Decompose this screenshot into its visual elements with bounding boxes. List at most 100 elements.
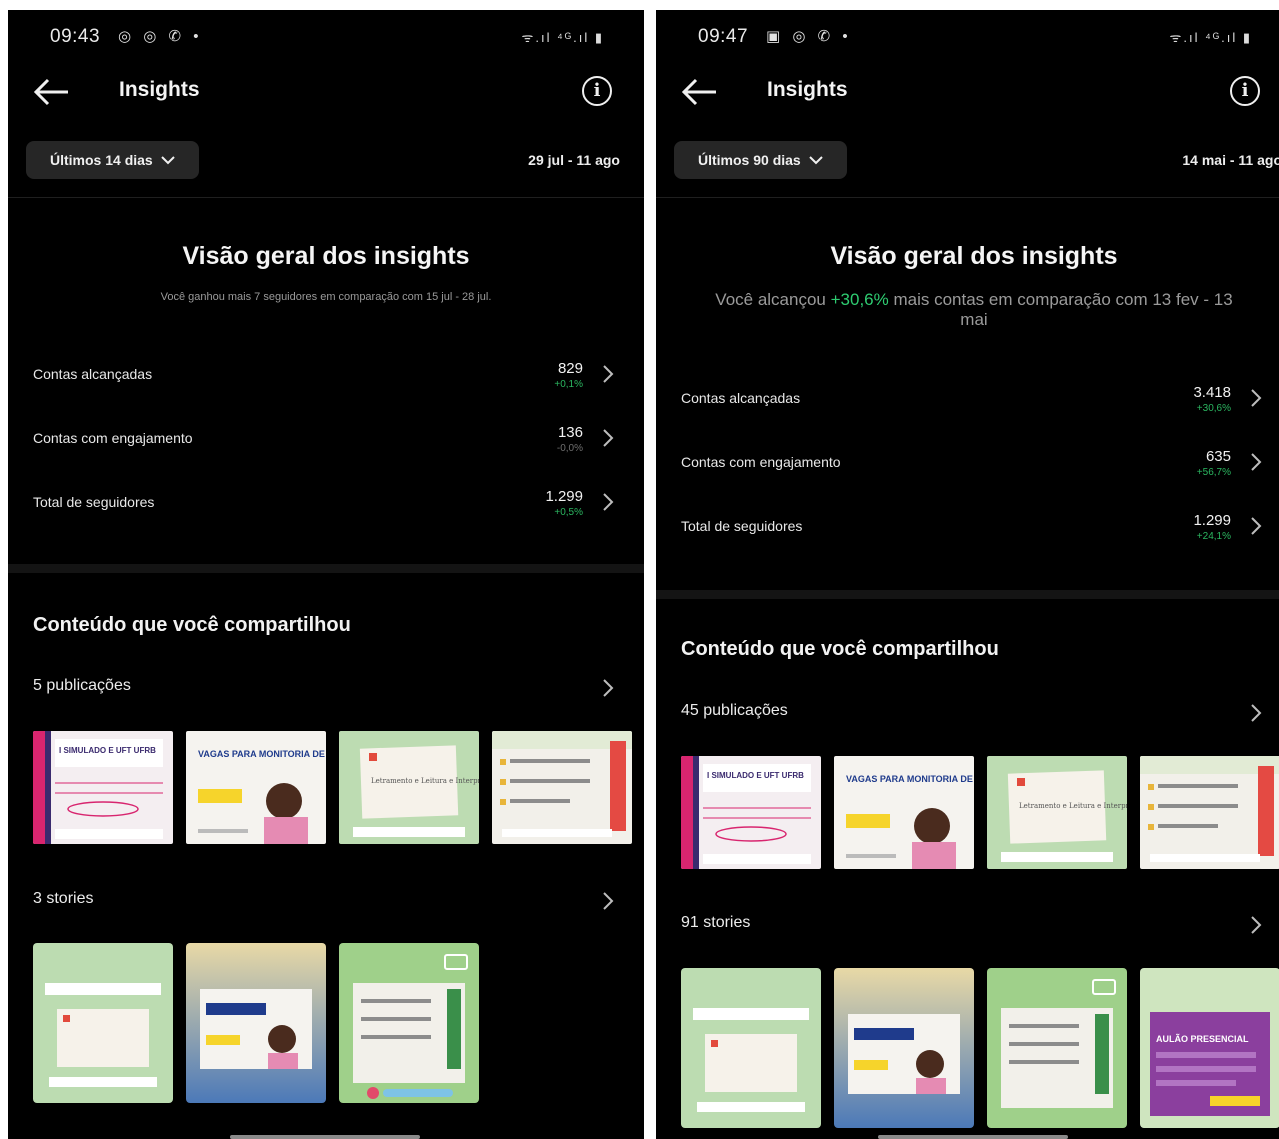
metric-row-accounts-reached[interactable]: Contas alcançadas 829 +0,1%: [8, 360, 644, 400]
content-section-title: Conteúdo que você compartilhou: [33, 614, 351, 636]
story-thumbnail[interactable]: AULÃO PRESENCIAL: [1140, 968, 1279, 1128]
post-thumbnail[interactable]: I SIMULADO E UFT UFRB: [681, 756, 821, 869]
overview-subtitle-text: Você alcançou: [715, 290, 831, 309]
overview-subtitle: Você ganhou mais 7 seguidores em compara…: [38, 291, 614, 303]
story-thumbnails: AULÃO PRESENCIAL: [681, 968, 1279, 1128]
metric-label: Total de seguidores: [33, 494, 155, 510]
metric-value: 136: [557, 424, 583, 441]
page-title: Insights: [119, 78, 200, 101]
post-text: I SIMULADO E UFT UFRB: [59, 746, 156, 755]
info-icon[interactable]: i: [1230, 76, 1260, 106]
posts-row[interactable]: 5 publicações: [8, 674, 644, 704]
posts-row[interactable]: 45 publicações: [656, 699, 1279, 729]
post-thumbnails: I SIMULADO E UFT UFRB VAGAS PARA MONITOR…: [33, 731, 644, 846]
divider: [656, 197, 1279, 198]
back-arrow-icon[interactable]: [32, 76, 72, 108]
post-image-letramento: Letramento e Leitura e Interpretação: [987, 756, 1127, 869]
story-image-vagas: [834, 968, 974, 1128]
posts-label: 45 publicações: [681, 702, 788, 719]
story-image-aulao: AULÃO PRESENCIAL: [1140, 968, 1279, 1128]
post-text: VAGAS PARA MONITORIA DE ENSINO: [198, 749, 326, 759]
section-divider: [8, 564, 644, 573]
chevron-right-icon: [603, 493, 614, 511]
post-thumbnail[interactable]: VAGAS PARA MONITORIA DE ENSINO: [186, 731, 326, 844]
stories-label: 3 stories: [33, 890, 94, 907]
post-image-schedule: [1140, 756, 1279, 869]
signal-battery-icons: ᯤ.ıl ⁴ᴳ.ıl ▮: [521, 30, 604, 45]
home-indicator[interactable]: [878, 1135, 1068, 1139]
metric-label: Contas com engajamento: [33, 430, 193, 446]
metric-value: 829: [557, 360, 583, 377]
metric-row-total-followers[interactable]: Total de seguidores 1.299 +24,1%: [656, 512, 1279, 552]
post-text: VAGAS PARA MONITORIA DE ENSINO: [846, 774, 974, 784]
post-thumbnails: I SIMULADO E UFT UFRB VAGAS PARA MONITOR…: [681, 756, 1279, 871]
metric-row-accounts-engaged[interactable]: Contas com engajamento 136 -0,0%: [8, 424, 644, 464]
overview-subtitle-highlight: +30,6%: [830, 290, 889, 309]
metric-label: Contas com engajamento: [681, 454, 841, 470]
back-arrow-icon[interactable]: [680, 76, 720, 108]
story-thumbnail[interactable]: [987, 968, 1127, 1128]
overview-subtitle-text: Você ganhou mais 7 seguidores em compara…: [160, 291, 492, 303]
overview-title: Visão geral dos insights: [182, 242, 470, 270]
metric-row-accounts-engaged[interactable]: Contas com engajamento 635 +56,7%: [656, 448, 1279, 488]
story-thumbnail[interactable]: [834, 968, 974, 1128]
metric-change: +0,5%: [554, 507, 583, 518]
story-text: AULÃO PRESENCIAL: [1156, 1034, 1249, 1044]
overview-subtitle: Você alcançou +30,6% mais contas em comp…: [686, 290, 1262, 330]
chevron-right-icon: [1251, 704, 1262, 722]
metric-value: 3.418: [1193, 384, 1231, 401]
post-thumbnail[interactable]: Letramento e Leitura e Interpretação: [987, 756, 1127, 869]
phone-screen-left: 09:43 ◎ ◎ ✆ • ᯤ.ıl ⁴ᴳ.ıl ▮ Insights i Úl…: [8, 10, 644, 1139]
post-text: Letramento e Leitura e Interpretação: [1019, 802, 1127, 810]
home-indicator[interactable]: [230, 1135, 420, 1139]
overview-title: Visão geral dos insights: [830, 242, 1118, 270]
story-thumbnail[interactable]: [339, 943, 479, 1103]
post-thumbnail[interactable]: I SIMULADO E UFT UFRB: [33, 731, 173, 844]
chevron-down-icon: [160, 155, 175, 164]
date-range-dropdown[interactable]: Últimos 14 dias: [26, 141, 199, 179]
post-text: Letramento e Leitura e Interpretação: [371, 777, 479, 785]
metric-row-accounts-reached[interactable]: Contas alcançadas 3.418 +30,6%: [656, 384, 1279, 424]
stories-row[interactable]: 91 stories: [656, 911, 1279, 941]
chevron-right-icon: [1251, 389, 1262, 407]
post-image-simulado: I SIMULADO E UFT UFRB: [33, 731, 173, 844]
notification-icons: ◎ ◎ ✆ •: [118, 28, 203, 45]
metric-change: +0,1%: [554, 379, 583, 390]
chevron-right-icon: [603, 429, 614, 447]
chevron-right-icon: [1251, 453, 1262, 471]
chevron-right-icon: [1251, 916, 1262, 934]
metric-label: Total de seguidores: [681, 518, 803, 534]
status-time: 09:43: [50, 26, 101, 47]
date-range-dropdown[interactable]: Últimos 90 dias: [674, 141, 847, 179]
post-thumbnail[interactable]: [492, 731, 632, 844]
story-thumbnail[interactable]: [186, 943, 326, 1103]
story-image-letramento: [33, 943, 173, 1103]
date-range-dates: 14 mai - 11 ago: [1182, 152, 1279, 168]
metric-label: Contas alcançadas: [681, 390, 801, 406]
post-thumbnail[interactable]: VAGAS PARA MONITORIA DE ENSINO: [834, 756, 974, 869]
stories-label: 91 stories: [681, 914, 751, 931]
post-image-simulado: I SIMULADO E UFT UFRB: [681, 756, 821, 869]
stories-row[interactable]: 3 stories: [8, 887, 644, 917]
date-range-label: Últimos 90 dias: [698, 152, 801, 168]
date-range-dates: 29 jul - 11 ago: [528, 152, 620, 168]
story-thumbnail[interactable]: [33, 943, 173, 1103]
metric-change: -0,0%: [556, 443, 583, 454]
metric-row-total-followers[interactable]: Total de seguidores 1.299 +0,5%: [8, 488, 644, 528]
section-divider: [656, 590, 1279, 599]
story-image-schedule: [339, 943, 479, 1103]
story-image-vagas: [186, 943, 326, 1103]
metric-change: +56,7%: [1196, 467, 1231, 478]
post-image-schedule: [492, 731, 632, 844]
metric-change: +30,6%: [1196, 403, 1231, 414]
post-thumbnail[interactable]: [1140, 756, 1279, 869]
info-icon[interactable]: i: [582, 76, 612, 106]
story-thumbnails: [33, 943, 644, 1103]
story-thumbnail[interactable]: [681, 968, 821, 1128]
posts-label: 5 publicações: [33, 677, 131, 694]
phone-screen-right: 09:47 ▣ ◎ ✆ • ᯤ.ıl ⁴ᴳ.ıl ▮ Insights i Úl…: [656, 10, 1279, 1139]
date-range-label: Últimos 14 dias: [50, 152, 153, 168]
chevron-down-icon: [808, 155, 823, 164]
post-thumbnail[interactable]: Letramento e Leitura e Interpretação: [339, 731, 479, 844]
date-range-row: Últimos 90 dias 14 mai - 11 ago: [656, 141, 1279, 181]
